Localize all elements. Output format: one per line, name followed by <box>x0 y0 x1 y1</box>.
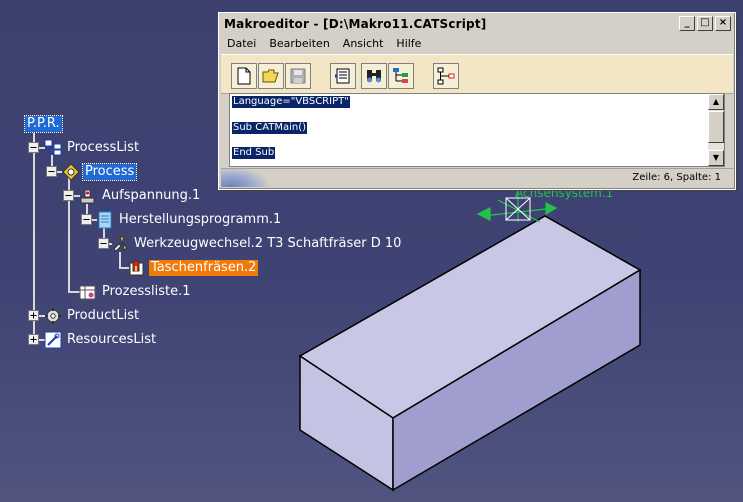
menu-hilfe[interactable]: Hilfe <box>390 35 428 53</box>
tree-item-setup[interactable]: Aufspannung.1 <box>79 187 202 205</box>
tree-root[interactable]: P.P.R. <box>24 115 63 133</box>
tree-item-label: Werkzeugwechsel.2 T3 Schaftfräser D 10 <box>134 236 402 251</box>
editor-statusbar: Zeile: 6, Spalte: 1 <box>221 168 733 188</box>
resources-list-icon <box>44 331 62 349</box>
scroll-thumb[interactable] <box>708 111 724 143</box>
tree-root-label: P.P.R. <box>24 115 63 133</box>
tree-item-label: Aufspannung.1 <box>102 188 201 203</box>
tree-item-label: Process <box>81 163 138 181</box>
scroll-down-arrow-icon[interactable]: ▼ <box>708 150 724 166</box>
code-line-1[interactable]: Language="VBSCRIPT" <box>232 96 350 108</box>
product-list-icon <box>45 308 61 324</box>
tree-item-label: ResourcesList <box>67 332 157 347</box>
part-operation-icon <box>80 189 95 204</box>
macro-editor-window[interactable]: Makroeditor - [D:\Makro11.CATScript] _ □… <box>218 12 736 190</box>
tree-item-productlist[interactable]: ProductList <box>44 307 141 325</box>
code-line-2[interactable]: Sub CATMain() <box>232 122 308 134</box>
menu-bearbeiten[interactable]: Bearbeiten <box>263 35 336 53</box>
expand-toggle-resourceslist[interactable] <box>28 334 39 345</box>
tree-item-label: ProcessList <box>67 140 140 155</box>
tree-item-toolchange[interactable]: Werkzeugwechsel.2 T3 Schaftfräser D 10 <box>111 235 403 253</box>
process-table-icon <box>79 285 96 300</box>
editor-titlebar[interactable]: Makroeditor - [D:\Makro11.CATScript] _ □… <box>221 15 733 33</box>
editor-menubar: Datei Bearbeiten Ansicht Hilfe <box>221 35 733 53</box>
collapse-toggle-program[interactable] <box>81 214 92 225</box>
editor-title: Makroeditor - [D:\Makro11.CATScript] <box>224 17 487 31</box>
collapse-toggle-processlist[interactable] <box>28 142 39 153</box>
find-icon[interactable] <box>361 63 387 89</box>
tree-item-process[interactable]: Process <box>62 163 138 181</box>
close-button[interactable]: × <box>715 16 731 31</box>
tree-item-label: Herstellungsprogramm.1 <box>119 212 282 227</box>
tree-item-processlist[interactable]: ProcessList <box>44 139 141 157</box>
properties-icon[interactable] <box>330 63 356 89</box>
tree-item-pocketing[interactable]: Taschenfräsen.2 <box>128 259 259 277</box>
process-list-icon <box>44 139 62 156</box>
scroll-up-arrow-icon[interactable]: ▲ <box>708 94 724 110</box>
tree-structure-icon[interactable] <box>433 63 459 89</box>
tree-item-label: ProductList <box>67 308 140 323</box>
object-browser-icon[interactable] <box>388 63 414 89</box>
manufacturing-program-icon <box>98 211 112 229</box>
collapse-toggle-toolchange[interactable] <box>98 238 109 249</box>
collapse-toggle-setup[interactable] <box>63 190 74 201</box>
tree-item-prozessliste[interactable]: Prozessliste.1 <box>79 283 193 301</box>
process-icon <box>62 163 80 181</box>
tree-item-label: Prozessliste.1 <box>102 284 191 299</box>
cursor-position: Zeile: 6, Spalte: 1 <box>632 172 721 183</box>
code-editor[interactable]: Language="VBSCRIPT" Sub CATMain() End Su… <box>229 93 725 167</box>
menu-datei[interactable]: Datei <box>221 35 263 53</box>
pocketing-icon <box>129 260 144 276</box>
collapse-toggle-process[interactable] <box>46 166 57 177</box>
tree-item-resourceslist[interactable]: ResourcesList <box>44 331 158 349</box>
new-file-icon[interactable] <box>231 63 257 89</box>
tool-change-icon <box>113 236 128 252</box>
tree-item-program[interactable]: Herstellungsprogramm.1 <box>96 211 283 229</box>
editor-toolbar <box>221 54 733 94</box>
open-folder-icon[interactable] <box>258 63 284 89</box>
vertical-scrollbar[interactable]: ▲ ▼ <box>708 94 724 166</box>
maximize-button[interactable]: □ <box>697 16 713 31</box>
menu-ansicht[interactable]: Ansicht <box>337 35 391 53</box>
minimize-button[interactable]: _ <box>679 16 695 31</box>
expand-toggle-productlist[interactable] <box>28 310 39 321</box>
code-line-3[interactable]: End Sub <box>232 147 276 159</box>
tree-item-label: Taschenfräsen.2 <box>149 260 259 276</box>
save-icon[interactable] <box>285 63 311 89</box>
compass-icon <box>221 168 269 187</box>
